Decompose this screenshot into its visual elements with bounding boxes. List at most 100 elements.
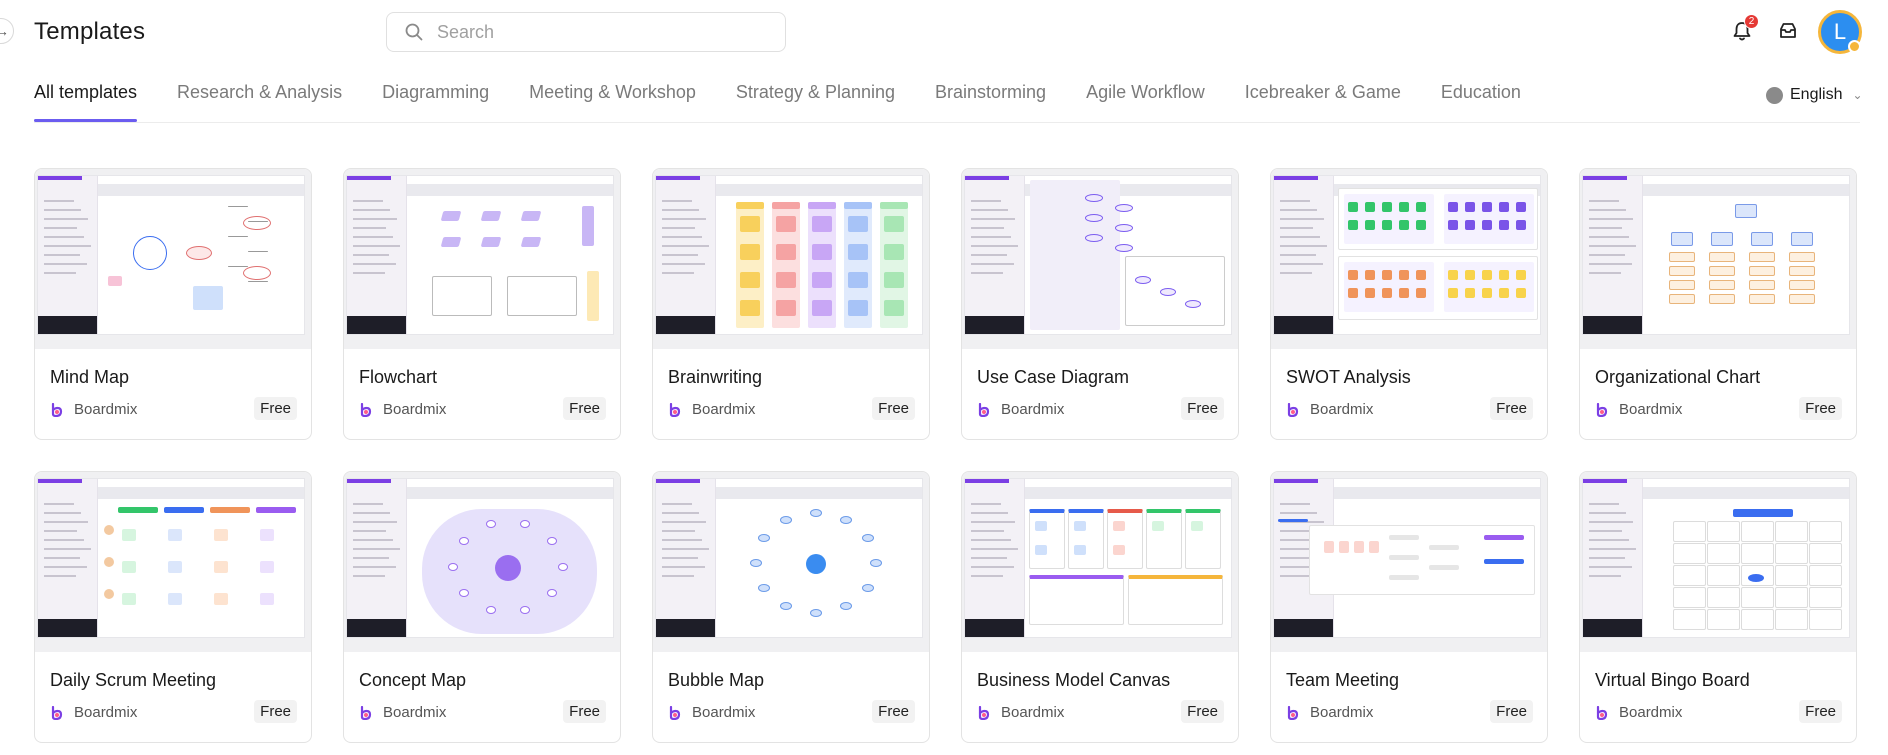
boardmix-logo-icon	[360, 402, 372, 417]
thumbnail-block	[1789, 252, 1815, 262]
template-card[interactable]: Use Case Diagram Boardmix Free	[961, 168, 1239, 440]
thumbnail-block	[1741, 543, 1774, 564]
thumbnail-block	[1669, 280, 1695, 290]
inbox-icon	[1780, 23, 1796, 38]
brand-name: Boardmix	[1310, 401, 1374, 418]
thumbnail-header	[1334, 487, 1540, 499]
thumbnail-block	[740, 244, 760, 260]
thumbnail-block	[1741, 587, 1774, 608]
template-card[interactable]: Daily Scrum Meeting Boardmix Free	[34, 471, 312, 743]
template-card[interactable]: Mind Map Boardmix Free	[34, 168, 312, 440]
thumbnail-text-line	[971, 548, 1018, 550]
template-brand: Boardmix	[668, 401, 755, 418]
search-box[interactable]	[386, 12, 786, 52]
thumbnail-text-line	[353, 521, 397, 523]
thumbnail-block	[1775, 587, 1808, 608]
template-name: Team Meeting	[1286, 670, 1400, 690]
template-card[interactable]: Bubble Map Boardmix Free	[652, 471, 930, 743]
thumbnail-text-line	[971, 272, 1003, 274]
tab-diagramming[interactable]: Diagramming	[382, 82, 489, 122]
collapse-sidebar-icon[interactable]: →	[0, 18, 14, 44]
thumbnail-block	[1749, 266, 1775, 276]
template-card[interactable]: Organizational Chart Boardmix Free	[1579, 168, 1857, 440]
thumbnail-block	[1673, 587, 1706, 608]
thumbnail-block	[1673, 543, 1706, 564]
thumbnail-node	[780, 515, 792, 524]
language-selector[interactable]: English ⌄	[1766, 86, 1863, 104]
thumbnail-text-line	[1280, 218, 1324, 220]
thumbnail-text-line	[662, 227, 695, 229]
thumbnail-block	[1029, 575, 1124, 625]
template-card[interactable]: Brainwriting Boardmix Free	[652, 168, 930, 440]
thumbnail-node	[186, 246, 212, 260]
thumbnail-block	[1499, 270, 1509, 280]
thumbnail-block	[214, 529, 228, 541]
thumbnail-block	[1791, 232, 1813, 246]
thumbnail-text-line	[662, 530, 695, 532]
tab-meeting-workshop[interactable]: Meeting & Workshop	[529, 82, 696, 122]
price-badge: Free	[1799, 397, 1842, 420]
thumbnail-footer	[965, 619, 1024, 637]
tab-agile-workflow[interactable]: Agile Workflow	[1086, 82, 1205, 122]
template-name: Mind Map	[50, 367, 130, 387]
thumbnail-block	[168, 593, 182, 605]
thumbnail-block	[844, 202, 872, 209]
thumbnail-accent-bar	[1583, 479, 1627, 483]
thumbnail-block	[1516, 202, 1526, 212]
thumbnail-block	[1465, 220, 1475, 230]
template-card[interactable]: Concept Map Boardmix Free	[343, 471, 621, 743]
thumbnail-block	[256, 507, 296, 513]
template-name: Organizational Chart	[1595, 367, 1761, 387]
thumbnail-text-line	[1280, 236, 1320, 238]
thumbnail-text-line	[971, 557, 1007, 559]
notifications-button[interactable]: 2	[1728, 14, 1759, 45]
thumbnail-block	[1448, 202, 1458, 212]
thumbnail-node	[806, 554, 826, 574]
thumbnail-block	[1809, 565, 1842, 586]
tab-brainstorming[interactable]: Brainstorming	[935, 82, 1046, 122]
tab-strategy-planning[interactable]: Strategy & Planning	[736, 82, 895, 122]
thumbnail-text-line	[44, 512, 81, 514]
thumbnail-block	[1128, 575, 1223, 625]
boardmix-logo-icon	[1596, 705, 1608, 720]
template-card[interactable]: Business Model Canvas Boardmix Free	[961, 471, 1239, 743]
thumbnail-text-line	[1280, 254, 1316, 256]
tab-icebreaker-game[interactable]: Icebreaker & Game	[1245, 82, 1401, 122]
thumbnail-accent-bar	[1274, 479, 1318, 483]
tab-all-templates[interactable]: All templates	[34, 82, 138, 122]
thumbnail-text-line	[44, 521, 88, 523]
inbox-button[interactable]	[1774, 17, 1802, 45]
thumbnail-block	[1389, 575, 1419, 580]
thumbnail-text-line	[662, 200, 692, 202]
template-brand: Boardmix	[50, 704, 137, 721]
template-card[interactable]: Team Meeting Boardmix Free	[1270, 471, 1548, 743]
brand-name: Boardmix	[1310, 704, 1374, 721]
search-input[interactable]	[437, 21, 757, 43]
thumbnail-footer	[1274, 316, 1333, 334]
thumbnail-header	[1643, 184, 1849, 196]
thumbnail-block	[1673, 609, 1706, 630]
thumbnail-footer	[347, 316, 406, 334]
thumbnail-block	[1074, 545, 1086, 555]
thumbnail-node	[861, 534, 874, 542]
thumbnail-block	[1809, 609, 1842, 630]
thumbnail-node	[547, 536, 558, 545]
user-avatar[interactable]: L	[1818, 10, 1862, 54]
thumbnail-text-line	[44, 263, 87, 265]
tab-research-analysis[interactable]: Research & Analysis	[177, 82, 342, 122]
thumbnail-block	[1465, 202, 1475, 212]
thumbnail-block	[1482, 288, 1492, 298]
template-card[interactable]: Flowchart Boardmix Free	[343, 168, 621, 440]
thumbnail-text-line	[971, 254, 1007, 256]
notification-badge: 2	[1744, 14, 1759, 29]
tab-education[interactable]: Education	[1441, 82, 1521, 122]
thumbnail-block	[812, 216, 832, 232]
price-badge: Free	[254, 397, 297, 420]
template-card[interactable]: SWOT Analysis Boardmix Free	[1270, 168, 1548, 440]
thumbnail-node	[519, 605, 530, 614]
thumbnail-node	[1115, 224, 1133, 232]
thumbnail-accent-bar	[656, 176, 700, 180]
thumbnail-text-line	[1589, 218, 1633, 220]
thumbnail-block	[1365, 202, 1375, 212]
template-card[interactable]: Virtual Bingo Board Boardmix Free	[1579, 471, 1857, 743]
